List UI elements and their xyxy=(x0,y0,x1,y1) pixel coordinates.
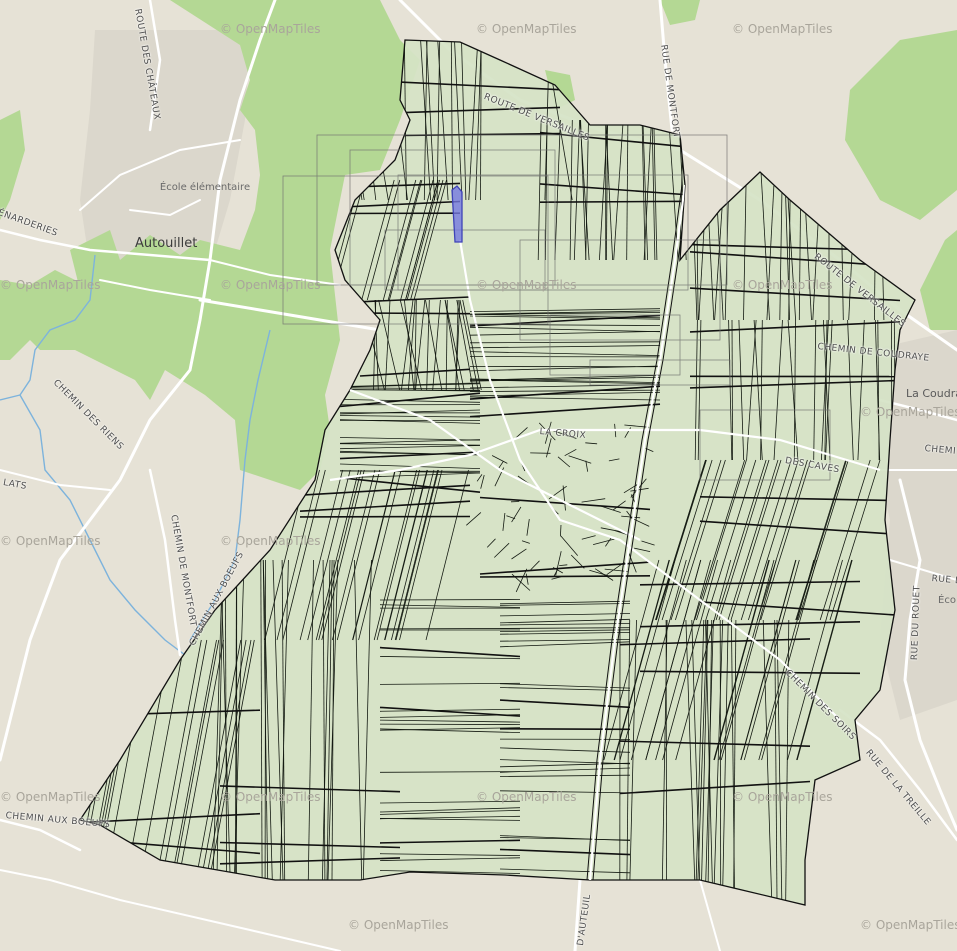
attribution-label: © OpenMapTiles xyxy=(860,405,957,419)
attribution-label: © OpenMapTiles xyxy=(0,790,101,804)
attribution-label: © OpenMapTiles xyxy=(476,278,577,292)
attribution-label: © OpenMapTiles xyxy=(476,790,577,804)
village-label-la-coudraye: La Coudra xyxy=(906,387,957,400)
map-canvas[interactable]: © OpenMapTiles © OpenMapTiles © OpenMapT… xyxy=(0,0,957,951)
attribution-label: © OpenMapTiles xyxy=(0,534,101,548)
attribution-label: © OpenMapTiles xyxy=(220,278,321,292)
map-layers xyxy=(0,0,957,951)
school-label: École élémentaire xyxy=(159,182,251,193)
attribution-label: © OpenMapTiles xyxy=(732,278,833,292)
attribution-label: © OpenMapTiles xyxy=(348,918,449,932)
attribution-label: © OpenMapTiles xyxy=(732,22,833,36)
attribution-label: © OpenMapTiles xyxy=(732,790,833,804)
attribution-label: © OpenMapTiles xyxy=(220,790,321,804)
attribution-label: © OpenMapTiles xyxy=(0,278,101,292)
school-label-east: Éco élém xyxy=(938,595,957,606)
village-label-autouillet: Autouillet xyxy=(135,236,198,251)
attribution-label: © OpenMapTiles xyxy=(476,22,577,36)
attribution-label: © OpenMapTiles xyxy=(220,534,321,548)
attribution-label: © OpenMapTiles xyxy=(860,918,957,932)
attribution-label: © OpenMapTiles xyxy=(220,22,321,36)
